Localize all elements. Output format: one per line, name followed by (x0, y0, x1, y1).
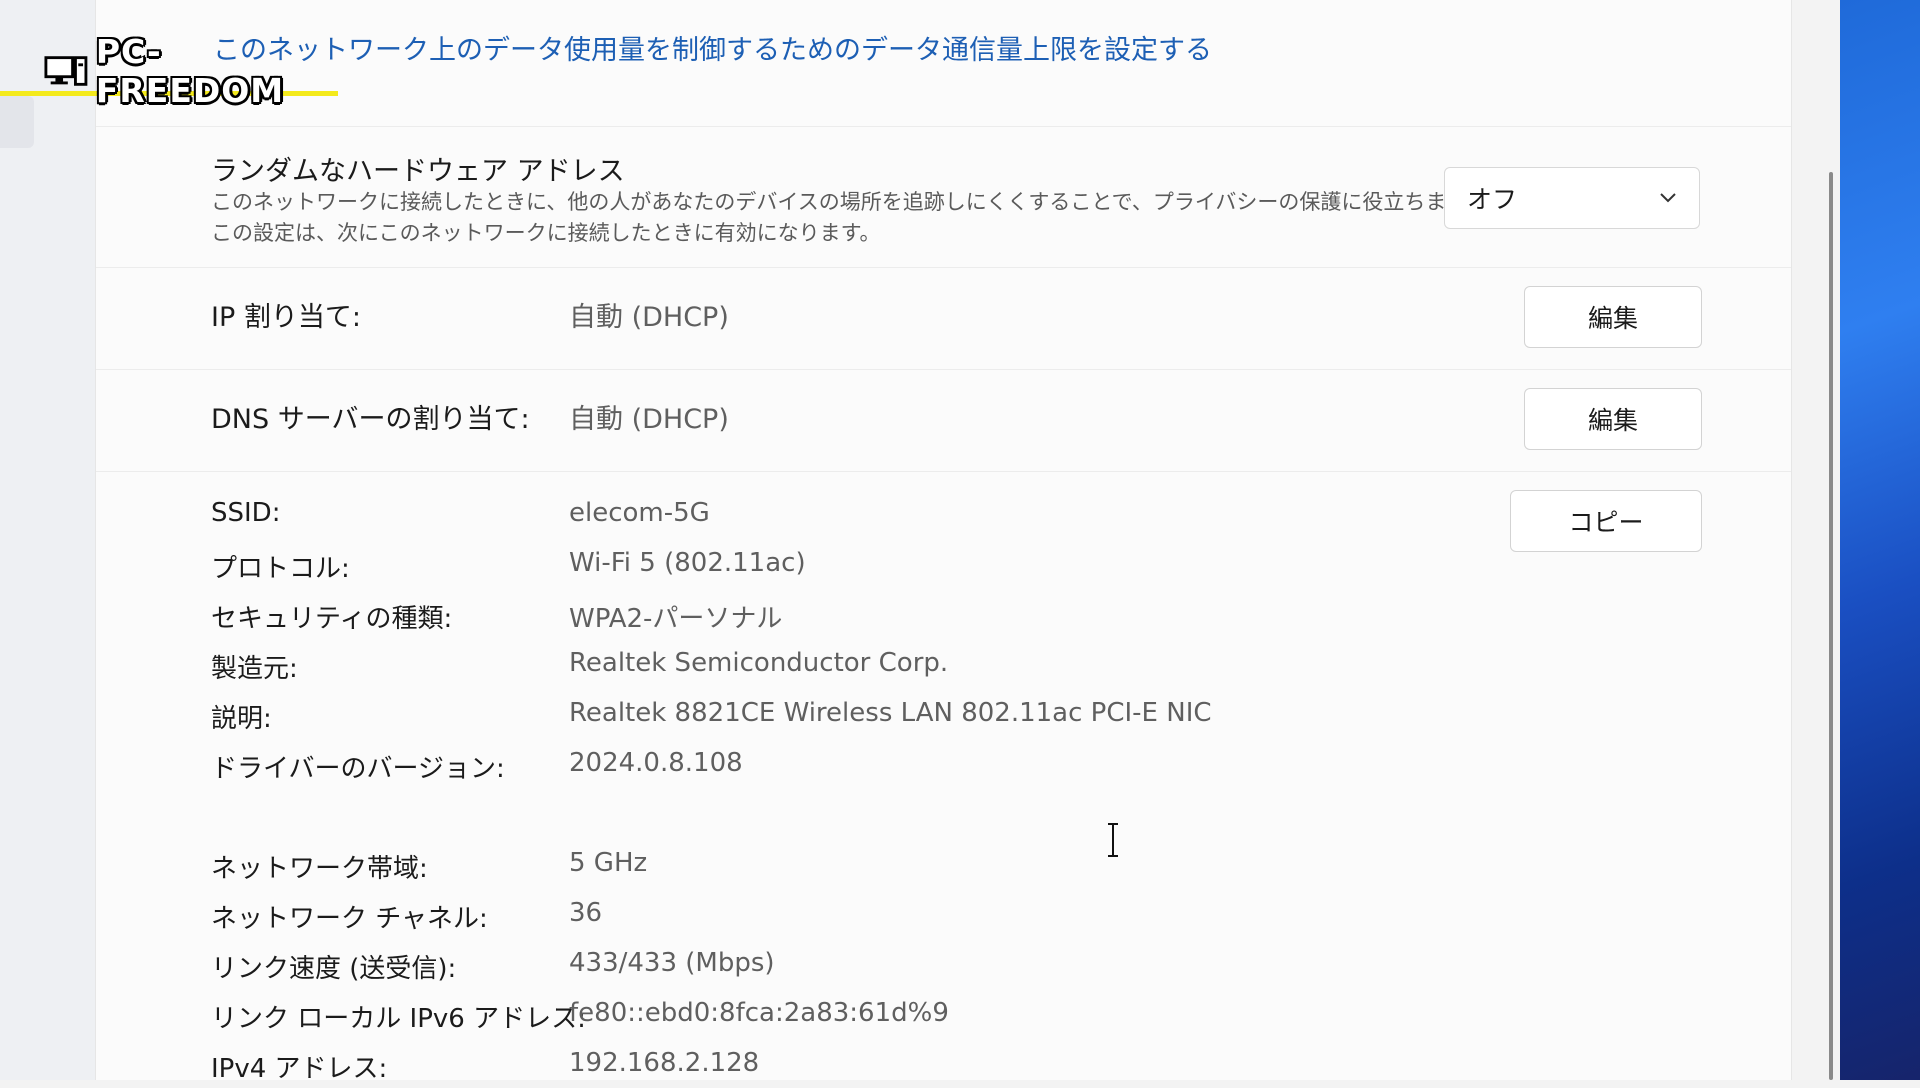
property-value: 5 GHz (569, 848, 648, 878)
ip-assignment-value: 自動 (DHCP) (569, 302, 729, 333)
chevron-down-icon (1660, 193, 1676, 203)
property-value: Wi-Fi 5 (802.11ac) (569, 548, 806, 578)
property-row: プロトコル: Wi-Fi 5 (802.11ac) (96, 548, 1791, 588)
random-hardware-address-row: ランダムなハードウェア アドレス このネットワークに接続したときに、他の人があな… (96, 127, 1791, 268)
property-row: 説明: Realtek 8821CE Wireless LAN 802.11ac… (96, 698, 1791, 738)
nav-selection-indicator (0, 96, 34, 148)
property-row: SSID: elecom-5G (96, 498, 1791, 538)
property-label: セキュリティの種類: (211, 604, 453, 634)
dns-assignment-row: DNS サーバーの割り当て: 自動 (DHCP) 編集 (96, 370, 1791, 472)
property-row: ドライバーのバージョン: 2024.0.8.108 (96, 748, 1791, 788)
property-value: elecom-5G (569, 498, 710, 528)
property-label: 説明: (211, 704, 272, 734)
ip-assignment-row: IP 割り当て: 自動 (DHCP) 編集 (96, 268, 1791, 370)
property-row: リンク ローカル IPv6 アドレス: fe80::ebd0:8fca:2a83… (96, 998, 1791, 1038)
property-label: プロトコル: (211, 554, 350, 584)
computer-icon (44, 55, 88, 86)
random-hardware-address-description: このネットワークに接続したときに、他の人があなたのデバイスの場所を追跡しにくくす… (211, 190, 1487, 245)
property-row: ネットワーク チャネル: 36 (96, 898, 1791, 938)
data-limit-link[interactable]: このネットワーク上のデータ使用量を制御するためのデータ通信量上限を設定する (213, 28, 1212, 67)
watermark-text: PC-FREEDOM (95, 31, 285, 110)
property-value: Realtek Semiconductor Corp. (569, 648, 949, 678)
property-row: セキュリティの種類: WPA2-パーソナル (96, 598, 1791, 638)
property-row: IPv4 アドレス: 192.168.2.128 (96, 1048, 1791, 1088)
random-hardware-address-title: ランダムなハードウェア アドレス (211, 156, 625, 187)
random-hardware-address-dropdown[interactable]: オフ (1444, 167, 1700, 229)
network-properties-section: コピー SSID: elecom-5G プロトコル: Wi-Fi 5 (802.… (96, 472, 1791, 1084)
property-value: 2024.0.8.108 (569, 748, 743, 778)
property-value: fe80::ebd0:8fca:2a83:61d%9 (569, 998, 949, 1028)
property-value: WPA2-パーソナル (569, 604, 783, 634)
property-label: リンク ローカル IPv6 アドレス: (211, 1004, 586, 1034)
property-value: Realtek 8821CE Wireless LAN 802.11ac PCI… (569, 698, 1212, 728)
edit-ip-button[interactable]: 編集 (1524, 286, 1702, 348)
edit-dns-button[interactable]: 編集 (1524, 388, 1702, 450)
vertical-scrollbar[interactable] (1829, 172, 1833, 1080)
property-label: 製造元: (211, 654, 298, 684)
property-row: リンク速度 (送受信): 433/433 (Mbps) (96, 948, 1791, 988)
ip-assignment-label: IP 割り当て: (211, 302, 361, 333)
property-label: IPv4 アドレス: (211, 1054, 388, 1084)
property-label: リンク速度 (送受信): (211, 954, 457, 984)
wifi-properties-panel: このネットワーク上のデータ使用量を制御するためのデータ通信量上限を設定する ラン… (95, 0, 1792, 1084)
property-label: ネットワーク帯域: (211, 854, 428, 884)
text-cursor-icon (1108, 823, 1118, 857)
dns-assignment-label: DNS サーバーの割り当て: (211, 404, 530, 435)
property-row: 製造元: Realtek Semiconductor Corp. (96, 648, 1791, 688)
property-label: ドライバーのバージョン: (211, 754, 505, 784)
property-value: 192.168.2.128 (569, 1048, 760, 1078)
property-row: ネットワーク帯域: 5 GHz (96, 848, 1791, 888)
dns-assignment-value: 自動 (DHCP) (569, 404, 729, 435)
property-value: 433/433 (Mbps) (569, 948, 775, 978)
channel-watermark: PC-FREEDOM (0, 32, 338, 110)
settings-nav-strip (0, 0, 95, 1080)
dropdown-selected-value: オフ (1467, 185, 1518, 214)
data-limit-row: このネットワーク上のデータ使用量を制御するためのデータ通信量上限を設定する (96, 0, 1791, 127)
property-label: SSID: (211, 498, 281, 528)
desktop-wallpaper (1840, 0, 1920, 1080)
property-value: 36 (569, 898, 603, 928)
property-label: ネットワーク チャネル: (211, 904, 488, 934)
